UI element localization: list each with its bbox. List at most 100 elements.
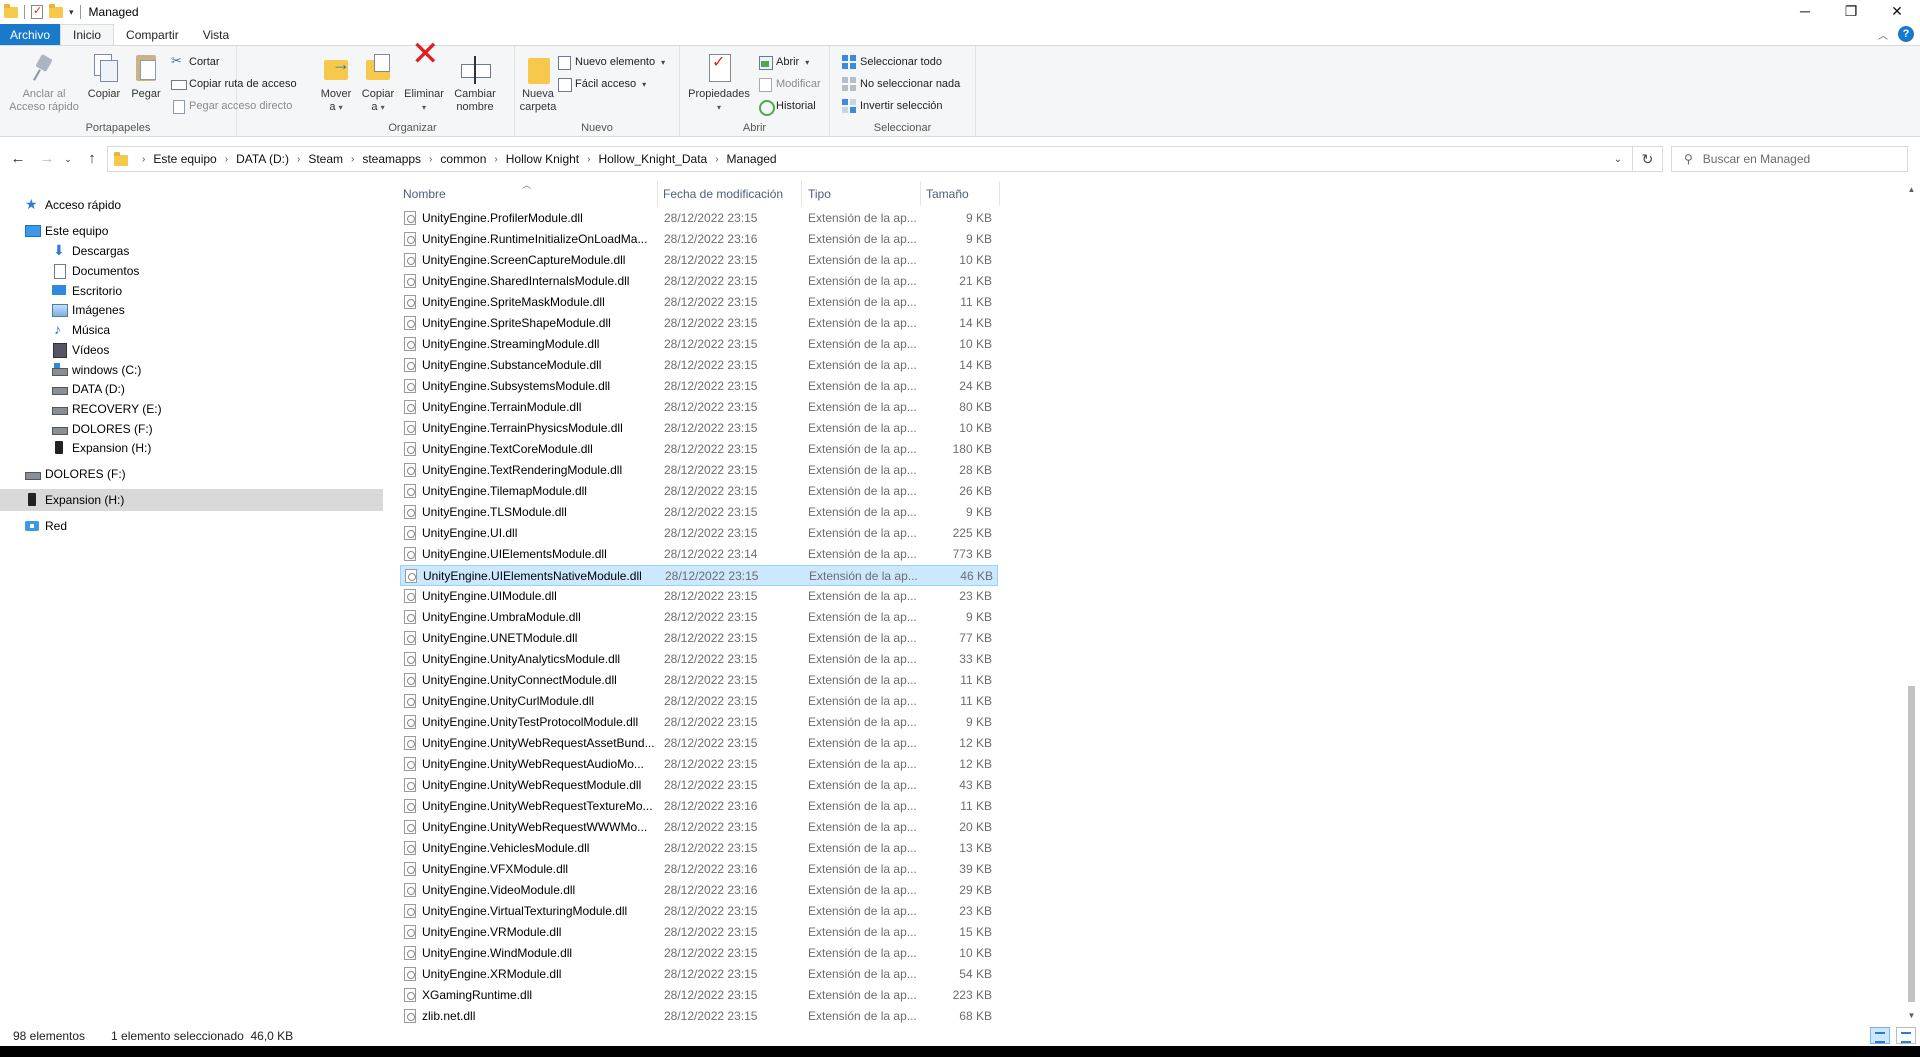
table-row[interactable]: UnityEngine.UI.dll 28/12/2022 23:15 Extens… <box>400 523 998 544</box>
address-bar[interactable]: › Este equipo › DATA (D:) › Steam › steamapps › c… <box>107 146 1663 172</box>
properties-icon[interactable] <box>31 4 43 19</box>
paste-shortcut-button[interactable]: Pegar acceso directo <box>171 97 292 115</box>
breadcrumb-link[interactable]: DATA (D:) <box>236 152 289 166</box>
collapse-ribbon-icon[interactable]: ︿ <box>1878 27 1888 42</box>
table-row[interactable]: UnityEngine.UNETModule.dll 28/12/2022 23:… <box>400 628 998 649</box>
up-button[interactable]: ↑ <box>82 150 102 167</box>
column-header-size[interactable]: Tamaño <box>923 181 1000 206</box>
tab-home[interactable]: Inicio <box>60 24 115 46</box>
table-row[interactable]: UnityEngine.StreamingModule.dll 28/12/202… <box>400 334 998 355</box>
cut-button[interactable]: Cortar <box>171 53 220 71</box>
table-row[interactable]: UnityEngine.XRModule.dll 28/12/2022 23:15… <box>400 964 998 985</box>
nav-item[interactable]: RECOVERY (E:) <box>0 398 383 420</box>
nav-item[interactable]: DATA (D:) <box>0 378 383 400</box>
table-row[interactable]: UnityEngine.UnityCurlModule.dll 28/12/202… <box>400 691 998 712</box>
move-to-button[interactable]: Mover a ▾ <box>316 52 356 114</box>
table-row[interactable]: UnityEngine.VehiclesModule.dll 28/12/2022… <box>400 838 998 859</box>
chevron-right-icon[interactable]: › <box>297 154 300 165</box>
table-row-selected[interactable]: UnityEngine.UIElementsNativeModule.dll 28… <box>400 565 998 586</box>
nav-item[interactable]: Expansion (H:) <box>0 437 383 459</box>
select-all-button[interactable]: Seleccionar todo <box>842 53 942 71</box>
table-row[interactable]: UnityEngine.SpriteShapeModule.dll 28/12/2… <box>400 313 998 334</box>
refresh-button[interactable]: ↻ <box>1632 147 1662 171</box>
table-row[interactable]: UnityEngine.ScreenCaptureModule.dll 28/12… <box>400 250 998 271</box>
table-row[interactable]: UnityEngine.VideoModule.dll 28/12/2022 23… <box>400 880 998 901</box>
invert-selection-button[interactable]: Invertir selección <box>842 97 943 115</box>
tab-share[interactable]: Compartir <box>114 24 191 46</box>
table-row[interactable]: UnityEngine.UnityWebRequestTextureMo... 2… <box>400 796 998 817</box>
table-row[interactable]: UnityEngine.TerrainPhysicsModule.dll 28/1… <box>400 418 998 439</box>
column-header-name[interactable]: ︿ Nombre <box>400 180 658 206</box>
close-button[interactable]: ✕ <box>1874 0 1920 22</box>
scroll-up-button[interactable]: ▲ <box>1903 181 1920 198</box>
table-row[interactable]: UnityEngine.SpriteMaskModule.dll 28/12/20… <box>400 292 998 313</box>
copy-path-button[interactable]: Copiar ruta de acceso <box>171 75 297 93</box>
history-button[interactable]: Historial <box>758 97 816 116</box>
chevron-right-icon[interactable]: › <box>494 154 497 165</box>
table-row[interactable]: UnityEngine.TerrainModule.dll 28/12/2022 … <box>400 397 998 418</box>
open-button[interactable]: Abrir ▾ <box>758 53 809 71</box>
nav-item[interactable]: Acceso rápido <box>0 194 383 216</box>
nav-item[interactable]: Descargas <box>0 240 383 262</box>
nav-item[interactable]: Este equipo <box>0 220 383 242</box>
rename-button[interactable]: Cambiar nombre <box>452 52 498 114</box>
chevron-right-icon[interactable]: › <box>225 154 228 165</box>
pin-quick-access-button[interactable]: Anclar al Acceso rápido <box>6 52 82 114</box>
column-header-date[interactable]: Fecha de modificación <box>660 181 802 206</box>
chevron-right-icon[interactable]: › <box>715 154 718 165</box>
table-row[interactable]: UnityEngine.UnityWebRequestModule.dll 28/… <box>400 775 998 796</box>
table-row[interactable]: UnityEngine.UmbraModule.dll 28/12/2022 23… <box>400 607 998 628</box>
table-row[interactable]: UnityEngine.UnityWebRequestWWWMo... 28/12… <box>400 817 998 838</box>
table-row[interactable]: UnityEngine.UnityConnectModule.dll 28/12/… <box>400 670 998 691</box>
nav-item[interactable]: Documentos <box>0 260 383 282</box>
chevron-down-icon[interactable]: ▾ <box>69 7 74 18</box>
search-box[interactable]: ⚲ Buscar en Managed <box>1671 146 1908 172</box>
breadcrumb-link[interactable]: common <box>440 152 486 166</box>
address-history-dropdown[interactable]: ⌄ <box>1604 154 1632 165</box>
paste-button[interactable]: Pegar <box>126 52 166 101</box>
nav-item[interactable]: Imágenes <box>0 299 383 321</box>
nav-item[interactable]: Vídeos <box>0 339 383 361</box>
tab-file[interactable]: Archivo <box>0 24 61 46</box>
breadcrumb-link[interactable]: Hollow Knight <box>506 152 579 166</box>
nav-item[interactable]: Expansion (H:) <box>0 489 383 511</box>
table-row[interactable]: UnityEngine.VFXModule.dll 28/12/2022 23:1… <box>400 859 998 880</box>
table-row[interactable]: UnityEngine.UIElementsModule.dll 28/12/20… <box>400 544 998 565</box>
chevron-right-icon[interactable]: › <box>587 154 590 165</box>
chevron-right-icon[interactable]: › <box>429 154 432 165</box>
delete-button[interactable]: Eliminar ▾ <box>401 48 447 114</box>
table-row[interactable]: UnityEngine.SubsystemsModule.dll 28/12/20… <box>400 376 998 397</box>
table-row[interactable]: UnityEngine.VRModule.dll 28/12/2022 23:15… <box>400 922 998 943</box>
large-icons-view-button[interactable] <box>1896 1027 1916 1044</box>
easy-access-button[interactable]: Fácil acceso ▾ <box>557 75 646 93</box>
minimize-button[interactable]: ─ <box>1782 0 1828 22</box>
copy-to-button[interactable]: Copiar a ▾ <box>358 52 398 114</box>
nav-item[interactable]: Música <box>0 319 383 341</box>
table-row[interactable]: UnityEngine.WindModule.dll 28/12/2022 23:… <box>400 943 998 964</box>
table-row[interactable]: UnityEngine.RuntimeInitializeOnLoadMa...… <box>400 229 998 250</box>
column-header-type[interactable]: Tipo <box>805 181 921 206</box>
select-none-button[interactable]: No seleccionar nada <box>842 75 960 93</box>
chevron-right-icon[interactable]: › <box>142 154 145 165</box>
recent-locations-button[interactable]: ⌄ <box>62 154 74 165</box>
table-row[interactable]: zlib.net.dll 28/12/2022 23:15 Extensión de… <box>400 1006 998 1027</box>
new-item-button[interactable]: Nuevo elemento ▾ <box>557 53 665 71</box>
table-row[interactable]: UnityEngine.UnityWebRequestAudioMo... 28/… <box>400 754 998 775</box>
edit-button[interactable]: Modificar <box>758 75 821 93</box>
forward-button[interactable]: → <box>37 150 57 167</box>
nav-item[interactable]: Red <box>0 515 383 537</box>
table-row[interactable]: UnityEngine.UnityTestProtocolModule.dll 2… <box>400 712 998 733</box>
table-row[interactable]: UnityEngine.ProfilerModule.dll 28/12/2022… <box>400 208 998 229</box>
table-row[interactable]: UnityEngine.TextRenderingModule.dll 28/12… <box>400 460 998 481</box>
chevron-right-icon[interactable]: › <box>351 154 354 165</box>
vertical-scrollbar[interactable]: ▲ ▼ <box>1903 181 1920 1024</box>
table-row[interactable]: UnityEngine.TextCoreModule.dll 28/12/2022… <box>400 439 998 460</box>
scroll-down-button[interactable]: ▼ <box>1903 1007 1920 1024</box>
table-row[interactable]: UnityEngine.TilemapModule.dll 28/12/2022 … <box>400 481 998 502</box>
table-row[interactable]: UnityEngine.SubstanceModule.dll 28/12/202… <box>400 355 998 376</box>
table-row[interactable]: XGamingRuntime.dll 28/12/2022 23:15 Extens… <box>400 985 998 1006</box>
table-row[interactable]: UnityEngine.TLSModule.dll 28/12/2022 23:1… <box>400 502 998 523</box>
breadcrumb-link[interactable]: Este equipo <box>153 152 216 166</box>
table-row[interactable]: UnityEngine.UnityAnalyticsModule.dll 28/1… <box>400 649 998 670</box>
properties-button[interactable]: Propiedades ▾ <box>684 52 754 114</box>
